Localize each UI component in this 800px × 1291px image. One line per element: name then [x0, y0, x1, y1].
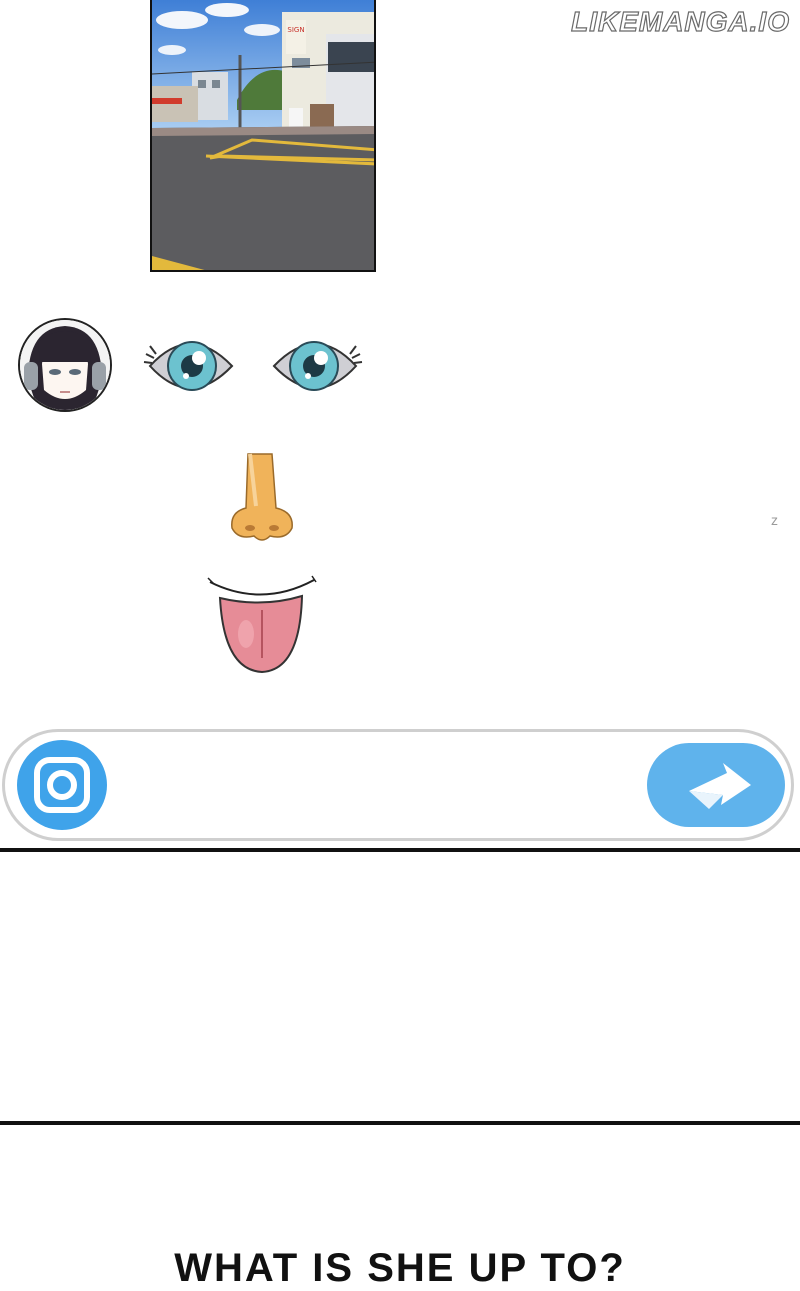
send-button[interactable] [647, 743, 785, 827]
eye-icon [143, 341, 234, 391]
send-arrow-icon [689, 763, 751, 809]
nose-sticker [226, 452, 300, 548]
nose-icon [231, 453, 293, 541]
eye-sticker-right [268, 328, 364, 404]
message-input-bar[interactable] [2, 729, 794, 841]
eye-sticker-left [142, 328, 238, 404]
typing-mark: z [771, 512, 778, 528]
street-photo-graphic: SIGN [152, 0, 374, 270]
camera-app-button[interactable] [17, 740, 107, 830]
girl-avatar-icon [20, 320, 110, 410]
panel-divider-top [0, 848, 800, 852]
panel-divider-bottom [0, 1121, 800, 1125]
site-watermark: LIKEMANGA.IO [571, 5, 790, 37]
tongue-icon [207, 575, 317, 674]
caption-text: WHAT IS SHE UP TO? [174, 1246, 626, 1290]
camera-app-icon [34, 757, 90, 813]
shared-photo[interactable]: SIGN [150, 0, 376, 272]
svg-text:SIGN: SIGN [287, 26, 304, 34]
eye-icon [272, 341, 363, 391]
user-avatar[interactable] [18, 318, 112, 412]
tongue-sticker [206, 574, 318, 680]
